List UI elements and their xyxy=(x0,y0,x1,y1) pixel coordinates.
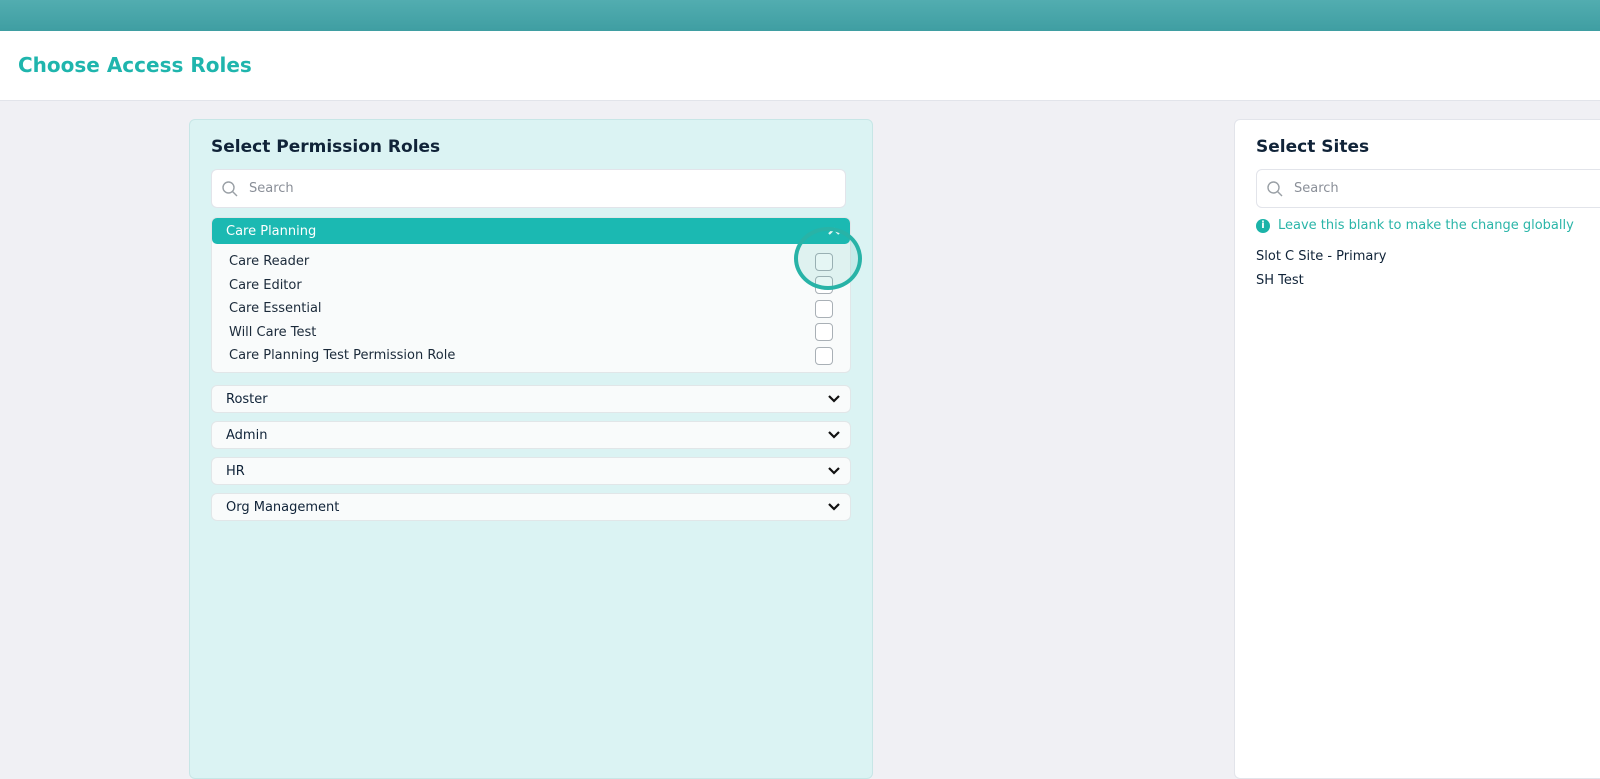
info-message: i Leave this blank to make the change gl… xyxy=(1256,218,1574,233)
roles-search-input[interactable]: Search xyxy=(211,169,846,208)
role-item: Will Care Test xyxy=(212,321,850,345)
role-checkbox[interactable] xyxy=(815,252,833,271)
role-label: Care Planning Test Permission Role xyxy=(229,348,456,364)
group-admin[interactable]: Admin xyxy=(211,421,851,449)
role-checkbox[interactable] xyxy=(815,323,833,342)
group-header-care-planning[interactable]: Care Planning xyxy=(212,218,850,244)
role-label: Care Editor xyxy=(229,277,302,293)
permission-roles-panel: Select Permission Roles Search Care Plan… xyxy=(189,119,873,779)
page-header: Choose Access Roles xyxy=(0,31,1600,101)
chevron-up-icon xyxy=(828,227,840,235)
group-label: Care Planning xyxy=(226,223,317,239)
role-item: Care Editor xyxy=(212,274,850,298)
group-label: Org Management xyxy=(226,499,340,515)
role-item: Care Reader xyxy=(212,250,850,274)
page-title: Choose Access Roles xyxy=(18,53,252,77)
search-icon xyxy=(222,180,238,196)
group-hr[interactable]: HR xyxy=(211,457,851,485)
chevron-down-icon xyxy=(828,503,840,511)
sites-search-input[interactable]: Search xyxy=(1256,169,1600,208)
site-item[interactable]: Slot C Site - Primary xyxy=(1256,249,1386,264)
search-placeholder: Search xyxy=(1294,181,1339,196)
sites-panel: Select Sites Search i Leave this blank t… xyxy=(1234,119,1600,779)
role-label: Care Essential xyxy=(229,301,322,317)
group-care-planning: Care Planning Care Reader Care Editor Ca… xyxy=(211,217,851,373)
role-label: Care Reader xyxy=(229,254,310,270)
role-checkbox[interactable] xyxy=(815,276,833,295)
info-icon: i xyxy=(1256,218,1270,233)
top-bar xyxy=(0,0,1600,31)
role-item: Care Planning Test Permission Role xyxy=(212,344,850,368)
site-item[interactable]: SH Test xyxy=(1256,273,1304,288)
role-item: Care Essential xyxy=(212,297,850,321)
group-roster[interactable]: Roster xyxy=(211,385,851,413)
search-placeholder: Search xyxy=(249,181,294,196)
group-label: Roster xyxy=(226,391,268,407)
panel-title: Select Permission Roles xyxy=(211,137,441,157)
search-icon xyxy=(1267,180,1283,196)
group-label: Admin xyxy=(226,427,268,443)
role-label: Will Care Test xyxy=(229,324,317,340)
chevron-down-icon xyxy=(828,395,840,403)
group-org-management[interactable]: Org Management xyxy=(211,493,851,521)
info-text: Leave this blank to make the change glob… xyxy=(1278,218,1574,233)
group-label: HR xyxy=(226,463,245,479)
chevron-down-icon xyxy=(828,467,840,475)
role-checkbox[interactable] xyxy=(815,299,833,318)
role-checkbox[interactable] xyxy=(815,346,833,365)
panel-title: Select Sites xyxy=(1256,137,1370,157)
chevron-down-icon xyxy=(828,431,840,439)
